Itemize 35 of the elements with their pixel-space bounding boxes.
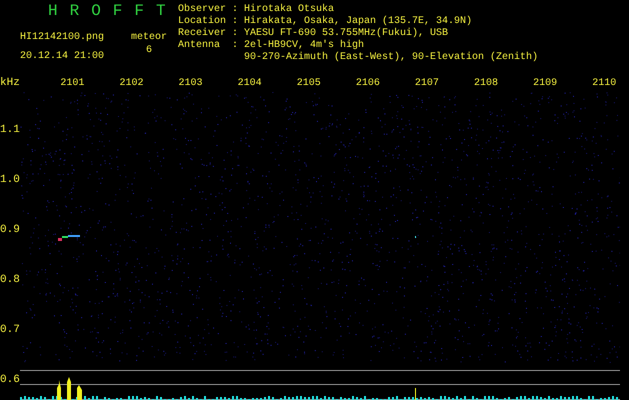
- info-label: Antenna: [178, 40, 222, 52]
- info-label: Observer: [178, 4, 228, 16]
- x-axis-label: 2107: [414, 78, 440, 88]
- y-axis-label: 1.1: [0, 123, 20, 138]
- colon: :: [232, 40, 240, 52]
- colon: :: [232, 4, 240, 16]
- info-label: Location: [178, 16, 228, 28]
- x-axis-label: 2104: [236, 78, 263, 88]
- y-axis-label: 0.6: [0, 373, 20, 388]
- x-axis-label: 2102: [118, 78, 144, 88]
- colon: :: [232, 16, 240, 28]
- info-value: Hirotaka Otsuka: [244, 4, 334, 16]
- x-axis-label: 2108: [473, 78, 500, 88]
- y-axis-label: 0.9: [0, 223, 20, 238]
- meteor-label: meteor: [130, 32, 167, 43]
- meteor-count: 6: [146, 45, 152, 56]
- file-name: HI12142100.png: [20, 32, 106, 43]
- info-value: 2el-HB9CV, 4m's high: [244, 40, 364, 52]
- x-axis-label: 2109: [532, 78, 558, 88]
- y-axis-label: 1.0: [0, 173, 20, 188]
- axis-unit: kHz: [0, 77, 20, 89]
- x-axis-label: 2106: [354, 78, 381, 88]
- colon: :: [232, 28, 240, 40]
- info-value: 90-270-Azimuth (East-West), 90-Elevation (Zenith): [244, 52, 538, 64]
- x-axis-label: 2110: [591, 78, 618, 88]
- info-value: YAESU FT-690 53.755MHz(Fukui), USB: [244, 28, 448, 40]
- info-label: Receiver: [178, 28, 228, 40]
- y-axis-label: 0.8: [0, 273, 20, 288]
- x-axis-label: 2105: [296, 78, 322, 88]
- info-value: Hirakata, Osaka, Japan (135.7E, 34.9N): [244, 16, 472, 28]
- x-axis-label: 2103: [178, 78, 204, 88]
- date-time: 20.12.14 21:00: [20, 51, 106, 62]
- y-axis-label: 0.7: [0, 323, 20, 338]
- app-title: HROFFT: [47, 2, 178, 22]
- x-axis-label: 2101: [59, 78, 86, 88]
